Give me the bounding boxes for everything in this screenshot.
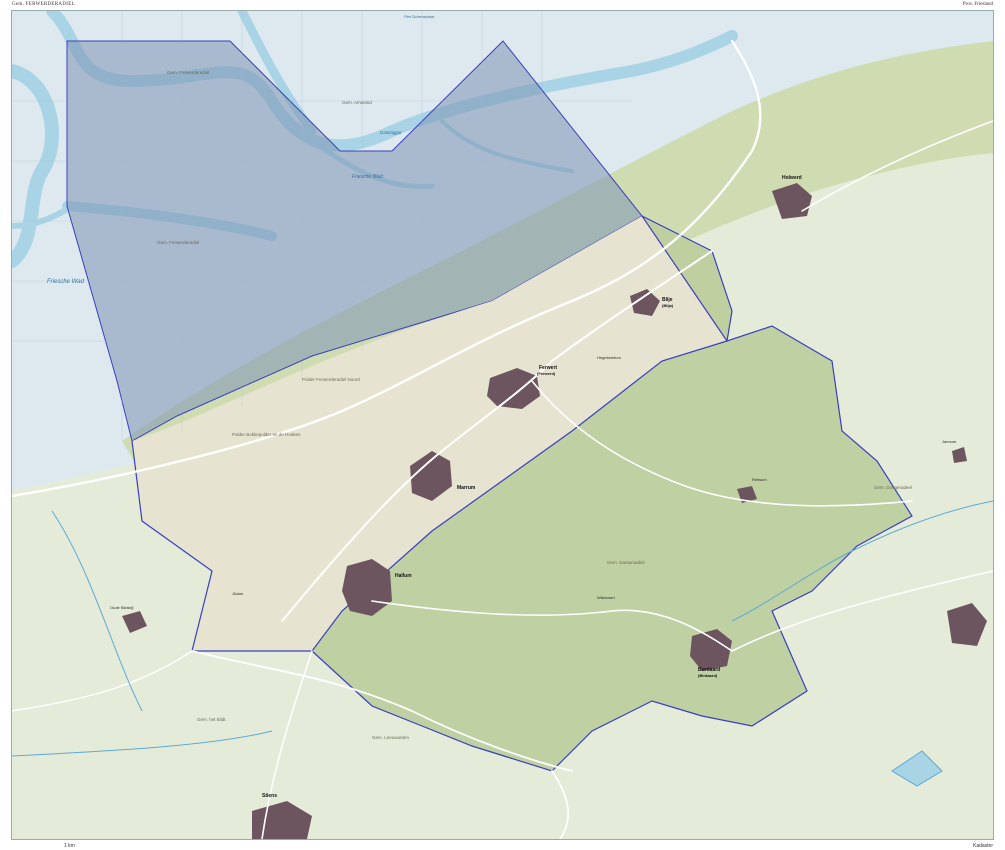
label-gem-dongeradeel: Gem. Dongeradeel: [874, 485, 912, 490]
label-marrum: Marrum: [457, 485, 476, 491]
label-dantziggat: Dantziggat: [380, 130, 402, 135]
label-burdaard-sub: (Birdaard): [698, 673, 718, 678]
label-gem-dantumadiel: Gem. Dantumadiel: [607, 560, 645, 565]
map-credit: Kadaster: [972, 843, 993, 849]
label-blije-sub: (Blija): [662, 303, 674, 308]
label-jislum: Jislum: [232, 591, 244, 596]
label-gem-het-bildt: Gem. het Bildt: [197, 717, 226, 722]
label-oude-bildtzijl: Oude Bildtzijl: [110, 605, 133, 610]
sheet-title: Gem. FERWERDERADIEL: [12, 2, 75, 7]
label-jannum: Jannum: [942, 439, 957, 444]
label-piet-scheveplaat: Piet Scheveplaat: [404, 14, 435, 19]
label-polder-ferwerderpolder: Polder Ferwerderadiel Noord: [302, 377, 360, 382]
label-polder-bokkepolder: Polder Bokkepolder en de Hoeken: [232, 432, 301, 437]
map-sheet: Gem. FERWERDERADIEL Prov. Friesland Frie…: [0, 0, 1005, 850]
label-friesche-wad-center: Friesche Wad: [352, 174, 383, 180]
label-ferwert-sub: (Ferwerd): [537, 371, 556, 376]
label-wanswert: Wânswert: [597, 595, 616, 600]
label-hegebeintum: Hegebeintum: [597, 355, 621, 360]
label-friesche-wad-left: Friesche Wad: [47, 279, 85, 285]
province-label: Prov. Friesland: [962, 2, 993, 7]
label-holwerd: Holwerd: [782, 175, 802, 181]
label-gem-leeuwarden: Gem. Leeuwarden: [372, 735, 410, 740]
label-gem-ameland: Gem. Ameland: [342, 100, 372, 105]
label-gem-ferwerderadiel-a: Gem. Ferwerderadiel: [167, 70, 209, 75]
topographic-map[interactable]: Friesche Wad Friesche Wad Piet Schevepla…: [11, 10, 994, 840]
label-stiens: Stiens: [262, 793, 277, 799]
label-gem-ferwerderadiel-b: Gem. Ferwerderadiel: [157, 240, 199, 245]
label-hallum: Hallum: [395, 573, 412, 579]
scale-note: 1 km: [64, 843, 75, 849]
label-reitsum: Reitsum: [752, 477, 767, 482]
